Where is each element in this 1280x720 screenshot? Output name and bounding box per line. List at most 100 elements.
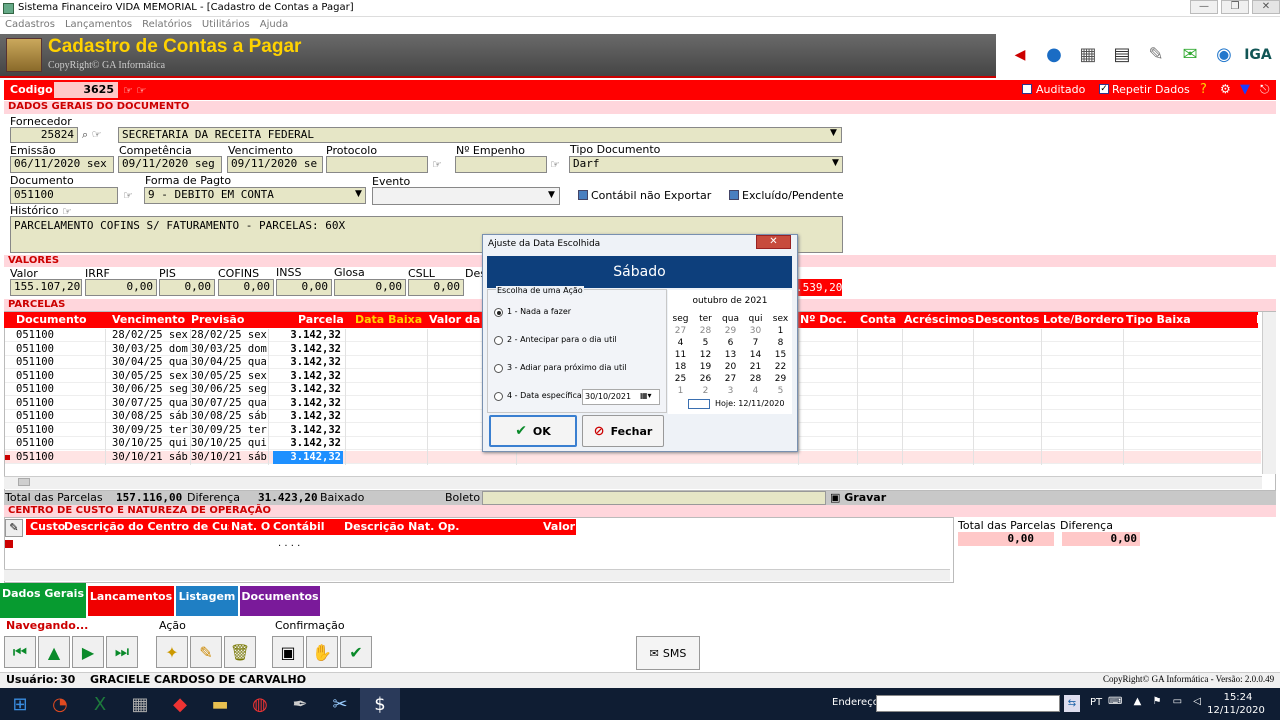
table-cell[interactable]: 28/02/25 sex: [191, 329, 271, 342]
tab-documentos[interactable]: Documentos: [240, 586, 320, 616]
back-arrow-icon[interactable]: ◀: [1006, 42, 1034, 68]
calendar-day[interactable]: 30: [743, 325, 768, 337]
endereco-input[interactable]: [876, 695, 1060, 712]
calendar-day[interactable]: 1: [768, 325, 793, 337]
emissao-input[interactable]: 06/11/2020 sex: [10, 156, 114, 173]
confirm-record-button[interactable]: ✔: [340, 636, 372, 668]
empenho-hand-icon[interactable]: ☞: [550, 158, 560, 171]
contabil-checkbox[interactable]: [578, 190, 588, 200]
calendar-day[interactable]: 14: [743, 349, 768, 361]
col-descricao-nat[interactable]: Descrição Nat. Op.: [344, 520, 459, 533]
col-descontos[interactable]: Descontos: [975, 313, 1039, 326]
table-cell[interactable]: 051100: [16, 356, 106, 369]
table-cell[interactable]: 3.142,32: [273, 370, 343, 383]
table-cell[interactable]: 051100: [16, 437, 106, 450]
close-window-button[interactable]: ✕: [1252, 0, 1280, 14]
option-1-label[interactable]: 1 - Nada a fazer: [507, 307, 571, 316]
last-record-button[interactable]: ⏭: [106, 636, 138, 668]
calendar-day[interactable]: 29: [718, 325, 743, 337]
excel-icon[interactable]: X: [80, 688, 120, 720]
parcelas-hscroll[interactable]: [4, 476, 1262, 489]
menu-relatorios[interactable]: Relatórios: [142, 17, 192, 33]
option-3-label[interactable]: 3 - Adiar para próximo dia util: [507, 363, 627, 372]
parcelas-vscroll[interactable]: [1262, 312, 1276, 474]
calendar-day[interactable]: 7: [743, 337, 768, 349]
table-cell[interactable]: 3.142,32: [273, 329, 343, 342]
table-cell[interactable]: 051100: [16, 410, 106, 423]
calendar-day[interactable]: 4: [743, 385, 768, 397]
table-cell[interactable]: 3.142,32: [273, 343, 343, 356]
table-cell[interactable]: 3.142,32: [273, 450, 343, 464]
table-cell[interactable]: 30/10/21 sáb: [191, 451, 271, 464]
cancel-record-button[interactable]: ✋: [306, 636, 338, 668]
pis-input[interactable]: 0,00: [159, 279, 215, 296]
settings-icon[interactable]: ⚙: [1220, 82, 1231, 96]
calendar-day[interactable]: 25: [668, 373, 693, 385]
exit-icon[interactable]: ⎋: [1260, 82, 1270, 97]
calendar-day[interactable]: 28: [743, 373, 768, 385]
protocolo-hand-icon[interactable]: ☞: [432, 158, 442, 171]
fornecedor-name-select[interactable]: SECRETARIA DA RECEITA FEDERAL: [118, 127, 842, 143]
calendar-day[interactable]: 15: [768, 349, 793, 361]
table-cell[interactable]: 30/05/25 sex: [191, 370, 271, 383]
calendar-day[interactable]: 8: [768, 337, 793, 349]
calendar-day[interactable]: 1: [668, 385, 693, 397]
calendar-day[interactable]: 13: [718, 349, 743, 361]
calendar-day[interactable]: 27: [718, 373, 743, 385]
edit-record-button[interactable]: ✎: [190, 636, 222, 668]
calendar-day[interactable]: 3: [718, 385, 743, 397]
table-cell[interactable]: 3.142,32: [273, 397, 343, 410]
col-contabil[interactable]: Contábil: [273, 520, 325, 533]
table-cell[interactable]: 30/10/21 sáb: [112, 451, 192, 464]
vencimento-input[interactable]: 09/11/2020 se: [227, 156, 323, 173]
competencia-input[interactable]: 09/11/2020 seg: [118, 156, 222, 173]
calendar-month[interactable]: outubro de 2021: [668, 296, 792, 306]
calendar-day[interactable]: 18: [668, 361, 693, 373]
boleto-input[interactable]: [482, 491, 826, 505]
calendar-day[interactable]: 5: [768, 385, 793, 397]
ok-button[interactable]: ✔ OK: [489, 415, 577, 447]
calendar-day[interactable]: 20: [718, 361, 743, 373]
fornecedor-code-input[interactable]: 25824: [10, 127, 78, 143]
col-documento[interactable]: Documento: [16, 313, 87, 326]
irrf-input[interactable]: 0,00: [85, 279, 157, 296]
calendar-day[interactable]: 5: [693, 337, 718, 349]
calculator-icon[interactable]: ▦: [1074, 42, 1102, 68]
excluido-checkbox[interactable]: [729, 190, 739, 200]
tipo-doc-chevron-icon[interactable]: ▼: [832, 158, 839, 168]
option-4-label[interactable]: 4 - Data específica: [507, 391, 582, 400]
calendar-day[interactable]: 28: [693, 325, 718, 337]
edit-grid-icon[interactable]: ✎: [5, 519, 23, 537]
col-descricao-custo[interactable]: Descrição do Centro de Cust: [64, 520, 229, 533]
calendar-day[interactable]: 27: [668, 325, 693, 337]
next-record-button[interactable]: ▶: [72, 636, 104, 668]
codigo-input[interactable]: 3625: [54, 82, 118, 98]
col-nat-op[interactable]: Nat. Op: [231, 520, 271, 533]
table-cell[interactable]: 28/02/25 sex: [112, 329, 192, 342]
forma-pagto-select[interactable]: 9 - DEBITO EM CONTA: [144, 187, 366, 204]
help-icon[interactable]: ?: [1200, 82, 1207, 97]
col-vencimento[interactable]: Vencimento: [112, 313, 185, 326]
menu-ajuda[interactable]: Ajuda: [260, 17, 288, 33]
table-cell[interactable]: 051100: [16, 343, 106, 356]
calendar-day[interactable]: 6: [718, 337, 743, 349]
anydesk-icon[interactable]: ◆: [160, 688, 200, 720]
table-cell[interactable]: 3.142,32: [273, 424, 343, 437]
tools-icon[interactable]: ✎: [1142, 42, 1170, 68]
globe-icon[interactable]: ●: [1040, 42, 1068, 68]
option-3-radio[interactable]: [494, 364, 503, 373]
menu-utilitarios[interactable]: Utilitários: [202, 17, 250, 33]
calendar-today[interactable]: Hoje: 12/11/2020: [715, 399, 784, 408]
calendar-day[interactable]: 22: [768, 361, 793, 373]
col-nro-doc[interactable]: Nº Doc.: [800, 313, 847, 326]
table-cell[interactable]: 30/10/25 qui: [191, 437, 271, 450]
auditado-checkbox[interactable]: [1022, 84, 1032, 94]
network-icon[interactable]: ◉: [1210, 42, 1238, 68]
table-cell[interactable]: 051100: [16, 451, 106, 464]
documento-hand-icon[interactable]: ☞: [123, 189, 133, 202]
table-cell[interactable]: 3.142,32: [273, 356, 343, 369]
table-cell[interactable]: 30/09/25 ter: [191, 424, 271, 437]
menu-lancamentos[interactable]: Lançamentos: [65, 17, 132, 33]
calendar-day[interactable]: 19: [693, 361, 718, 373]
table-cell[interactable]: 051100: [16, 329, 106, 342]
